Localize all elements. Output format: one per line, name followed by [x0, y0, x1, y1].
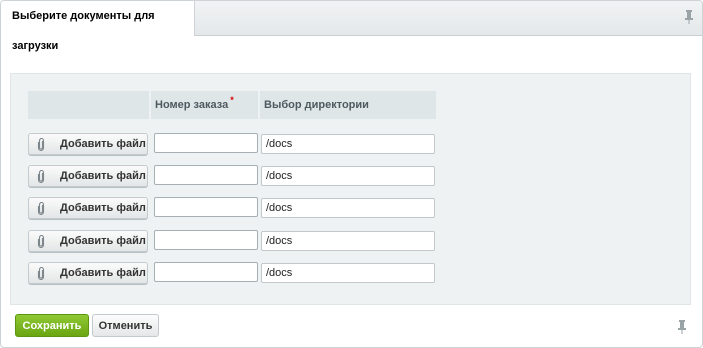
order-number-input[interactable] — [154, 165, 258, 185]
pin-icon[interactable] — [684, 9, 694, 25]
directory-input[interactable] — [261, 166, 435, 186]
order-number-input[interactable] — [154, 197, 258, 217]
table-row: Добавить файл — [28, 133, 436, 155]
order-number-input[interactable] — [154, 133, 258, 153]
table-row: Добавить файл — [28, 165, 436, 187]
directory-input[interactable] — [261, 198, 435, 218]
table-row: Добавить файл — [28, 197, 436, 219]
add-file-button[interactable]: Добавить файл — [28, 165, 148, 187]
cancel-button[interactable]: Отменить — [92, 314, 159, 337]
add-file-label: Добавить файл — [60, 138, 146, 150]
paperclip-icon — [37, 138, 45, 151]
add-file-button[interactable]: Добавить файл — [28, 262, 148, 284]
paperclip-icon — [37, 170, 45, 183]
dialog-title: Выберите документы для загрузки — [12, 10, 155, 52]
directory-input[interactable] — [261, 134, 435, 154]
add-file-button[interactable]: Добавить файл — [28, 230, 148, 252]
order-number-input[interactable] — [154, 230, 258, 250]
order-number-input[interactable] — [154, 262, 258, 282]
dialog-title-tab: Выберите документы для загрузки — [1, 1, 195, 52]
paperclip-icon — [37, 267, 45, 280]
directory-input[interactable] — [261, 231, 435, 251]
pin-icon[interactable] — [677, 319, 687, 335]
dialog-header: Выберите документы для загрузки — [1, 1, 702, 52]
add-file-label: Добавить файл — [60, 170, 146, 182]
header-directory-label: Выбор директории — [264, 99, 369, 111]
add-file-label: Добавить файл — [60, 202, 146, 214]
add-file-label: Добавить файл — [60, 267, 146, 279]
upload-dialog: Выберите документы для загрузки Номер за… — [0, 0, 703, 348]
save-button[interactable]: Сохранить — [15, 314, 89, 337]
header-order-number-label: Номер заказа — [155, 99, 229, 111]
paperclip-icon — [37, 235, 45, 248]
table-row: Добавить файл — [28, 262, 436, 284]
table-header: Номер заказа * Выбор директории — [28, 91, 436, 119]
upload-panel: Номер заказа * Выбор директории Добавить … — [10, 73, 691, 305]
header-directory: Выбор директории — [264, 99, 369, 111]
add-file-button[interactable]: Добавить файл — [28, 133, 148, 155]
header-order-number: Номер заказа * — [155, 95, 234, 111]
add-file-label: Добавить файл — [60, 235, 146, 247]
directory-input[interactable] — [261, 263, 435, 283]
paperclip-icon — [37, 202, 45, 215]
table-row: Добавить файл — [28, 230, 436, 252]
header-separator — [149, 91, 151, 119]
add-file-button[interactable]: Добавить файл — [28, 197, 148, 219]
header-separator — [258, 91, 260, 119]
required-mark: * — [230, 95, 234, 105]
